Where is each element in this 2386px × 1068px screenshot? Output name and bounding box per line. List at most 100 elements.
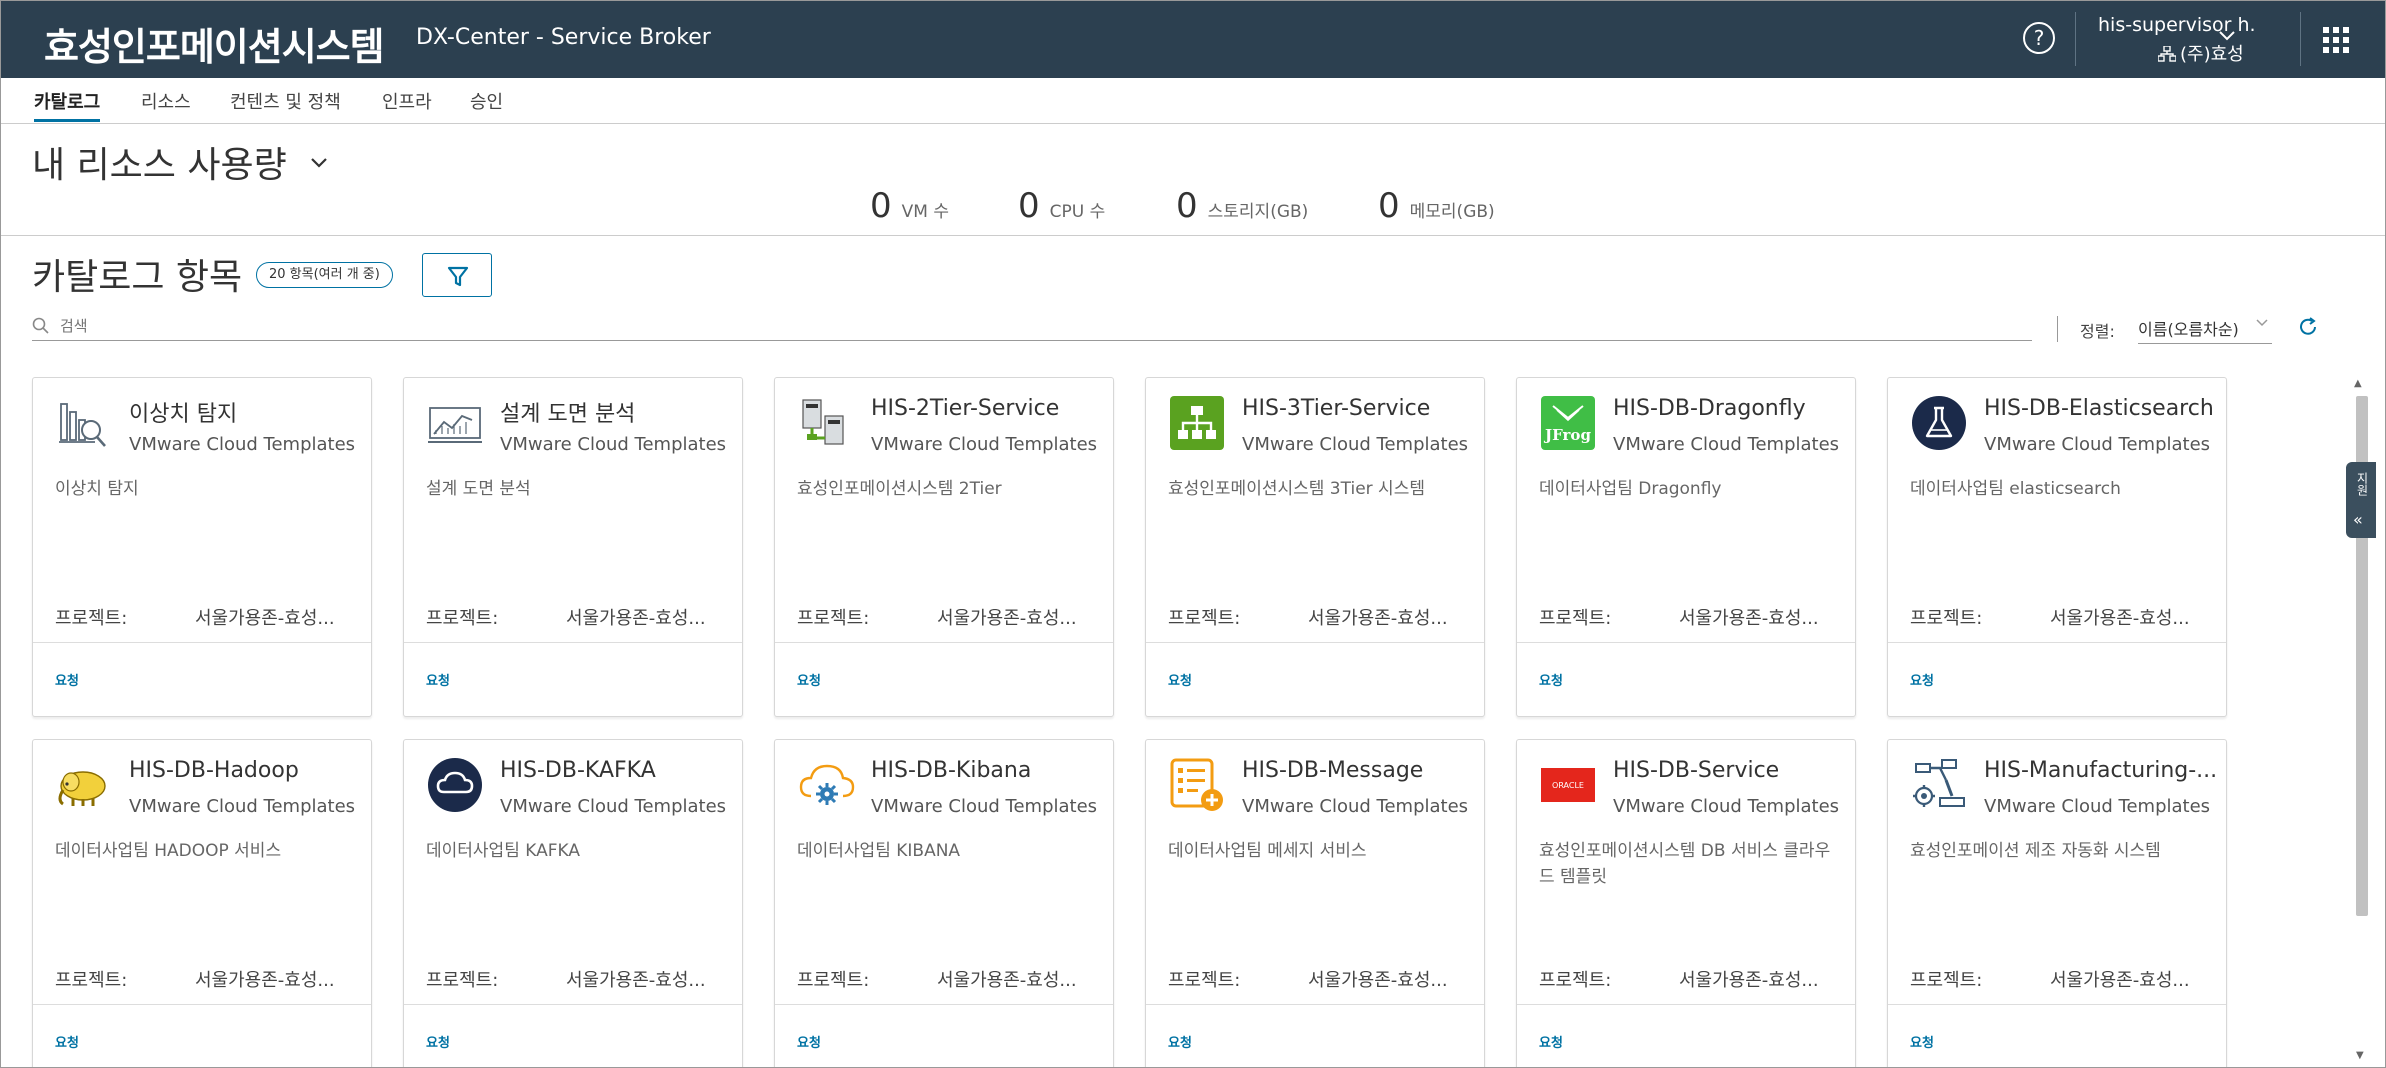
request-button[interactable]: 요청 (1910, 670, 1934, 689)
project-value: 서울가용존-효성... (1308, 970, 1448, 991)
card-type: VMware Cloud Templates (500, 434, 727, 455)
list-add-icon (1168, 756, 1226, 814)
project-value: 서울가용존-효성... (195, 970, 335, 991)
tab-infrastructure[interactable]: 인프라 (382, 88, 432, 122)
project-value: 서울가용존-효성... (2050, 608, 2190, 629)
card-type: VMware Cloud Templates (871, 434, 1098, 455)
card-title[interactable]: 이상치 탐지 (129, 396, 365, 428)
catalog-card[interactable]: HIS-Manufacturing-... VMware Cloud Templ… (1887, 739, 2227, 1068)
card-type: VMware Cloud Templates (1242, 796, 1469, 817)
app-launcher-icon[interactable] (2323, 27, 2349, 53)
scroll-up-arrow-icon[interactable]: ▲ (2354, 378, 2362, 389)
catalog-card[interactable]: HIS-DB-KAFKA VMware Cloud Templates 데이터사… (403, 739, 743, 1068)
refresh-icon[interactable] (2296, 315, 2320, 339)
card-divider (33, 642, 371, 643)
resource-usage-title[interactable]: 내 리소스 사용량 (32, 136, 287, 188)
card-title[interactable]: HIS-DB-Message (1242, 758, 1478, 783)
request-button[interactable]: 요청 (55, 1032, 79, 1051)
catalog-card[interactable]: HIS-2Tier-Service VMware Cloud Templates… (774, 377, 1114, 717)
filter-button[interactable] (422, 253, 492, 297)
metric-memory: 0 메모리(GB) (1378, 186, 1495, 226)
search-bar[interactable] (32, 313, 2032, 341)
tab-content-policy[interactable]: 컨텐츠 및 정책 (230, 88, 341, 122)
catalog-card[interactable]: HIS-DB-Hadoop VMware Cloud Templates 데이터… (32, 739, 372, 1068)
tab-approval[interactable]: 승인 (470, 88, 503, 122)
card-title[interactable]: HIS-DB-Kibana (871, 758, 1107, 783)
project-label: 프로젝트: (1168, 608, 1241, 629)
card-description: 데이터사업팀 Dragonfly (1539, 479, 1722, 499)
metric-cpu-count: 0 CPU 수 (1018, 186, 1106, 226)
request-button[interactable]: 요청 (1539, 670, 1563, 689)
card-title[interactable]: HIS-DB-Dragonfly (1613, 396, 1849, 421)
divider (2300, 12, 2301, 66)
project-label: 프로젝트: (55, 608, 128, 629)
catalog-card[interactable]: HIS-DB-Elasticsearch VMware Cloud Templa… (1887, 377, 2227, 717)
card-title[interactable]: HIS-DB-KAFKA (500, 758, 736, 783)
card-type: VMware Cloud Templates (129, 796, 356, 817)
card-type: VMware Cloud Templates (1984, 434, 2211, 455)
catalog-card[interactable]: HIS-DB-Message VMware Cloud Templates 데이… (1145, 739, 1485, 1068)
request-button[interactable]: 요청 (426, 1032, 450, 1051)
blueprint-chart-icon (426, 394, 484, 452)
servers-icon (797, 394, 855, 452)
project-value: 서울가용존-효성... (937, 608, 1077, 629)
card-divider (1888, 1004, 2226, 1005)
network-tree-icon (1168, 394, 1226, 452)
card-description: 데이터사업팀 elasticsearch (1910, 479, 2121, 499)
project-value: 서울가용존-효성... (195, 608, 335, 629)
card-title[interactable]: HIS-Manufacturing-... (1984, 758, 2220, 783)
card-description: 설계 도면 분석 (426, 479, 531, 499)
card-title[interactable]: HIS-DB-Hadoop (129, 758, 365, 783)
metric-vm-count: 0 VM 수 (870, 186, 949, 226)
project-label: 프로젝트: (426, 608, 499, 629)
card-divider (1888, 642, 2226, 643)
user-menu-chevron-icon[interactable] (2218, 26, 2236, 47)
divider (2057, 316, 2058, 342)
project-label: 프로젝트: (1910, 608, 1983, 629)
help-icon[interactable]: ? (2023, 22, 2055, 54)
top-bar: 효성인포메이션시스템 DX-Center - Service Broker ? … (0, 0, 2386, 78)
request-button[interactable]: 요청 (55, 670, 79, 689)
card-title[interactable]: 설계 도면 분석 (500, 396, 736, 428)
card-title[interactable]: HIS-DB-Service (1613, 758, 1849, 783)
card-divider (775, 642, 1113, 643)
catalog-card[interactable]: HIS-3Tier-Service VMware Cloud Templates… (1145, 377, 1485, 717)
project-label: 프로젝트: (1168, 970, 1241, 991)
card-type: VMware Cloud Templates (129, 434, 356, 455)
section-divider (0, 235, 2386, 236)
card-divider (1146, 1004, 1484, 1005)
support-panel-tab[interactable]: 지원 « (2346, 462, 2376, 538)
chevron-down-icon[interactable] (310, 150, 328, 175)
request-button[interactable]: 요청 (1168, 670, 1192, 689)
catalog-card[interactable]: 설계 도면 분석 VMware Cloud Templates 설계 도면 분석… (403, 377, 743, 717)
project-label: 프로젝트: (1910, 970, 1983, 991)
card-description: 데이터사업팀 HADOOP 서비스 (55, 841, 282, 861)
card-description: 효성인포메이션시스템 2Tier (797, 479, 1002, 499)
tab-catalog[interactable]: 카탈로그 (34, 88, 101, 122)
request-button[interactable]: 요청 (426, 670, 450, 689)
request-button[interactable]: 요청 (797, 670, 821, 689)
brand-logo[interactable]: 효성인포메이션시스템 (44, 16, 385, 71)
card-title[interactable]: HIS-2Tier-Service (871, 396, 1107, 421)
project-label: 프로젝트: (426, 970, 499, 991)
catalog-card[interactable]: ORACLE HIS-DB-Service VMware Cloud Templ… (1516, 739, 1856, 1068)
catalog-card[interactable]: HIS-DB-Kibana VMware Cloud Templates 데이터… (774, 739, 1114, 1068)
catalog-card[interactable]: 이상치 탐지 VMware Cloud Templates 이상치 탐지 프로젝… (32, 377, 372, 717)
scroll-down-arrow-icon[interactable]: ▼ (2356, 1050, 2364, 1061)
request-button[interactable]: 요청 (1168, 1032, 1192, 1051)
product-title: DX-Center - Service Broker (416, 25, 711, 50)
card-divider (1146, 642, 1484, 643)
sort-select[interactable]: 이름(오름차순) (2138, 316, 2272, 344)
tab-resources[interactable]: 리소스 (141, 88, 191, 122)
card-divider (33, 1004, 371, 1005)
request-button[interactable]: 요청 (1910, 1032, 1934, 1051)
card-description: 효성인포메이션시스템 3Tier 시스템 (1168, 479, 1425, 499)
sort-label: 정렬: (2080, 322, 2115, 341)
request-button[interactable]: 요청 (797, 1032, 821, 1051)
metric-storage: 0 스토리지(GB) (1176, 186, 1309, 226)
catalog-card[interactable]: JFrog HIS-DB-Dragonfly VMware Cloud Temp… (1516, 377, 1856, 717)
request-button[interactable]: 요청 (1539, 1032, 1563, 1051)
card-title[interactable]: HIS-DB-Elasticsearch (1984, 396, 2220, 421)
search-input[interactable] (60, 313, 2010, 339)
card-title[interactable]: HIS-3Tier-Service (1242, 396, 1478, 421)
